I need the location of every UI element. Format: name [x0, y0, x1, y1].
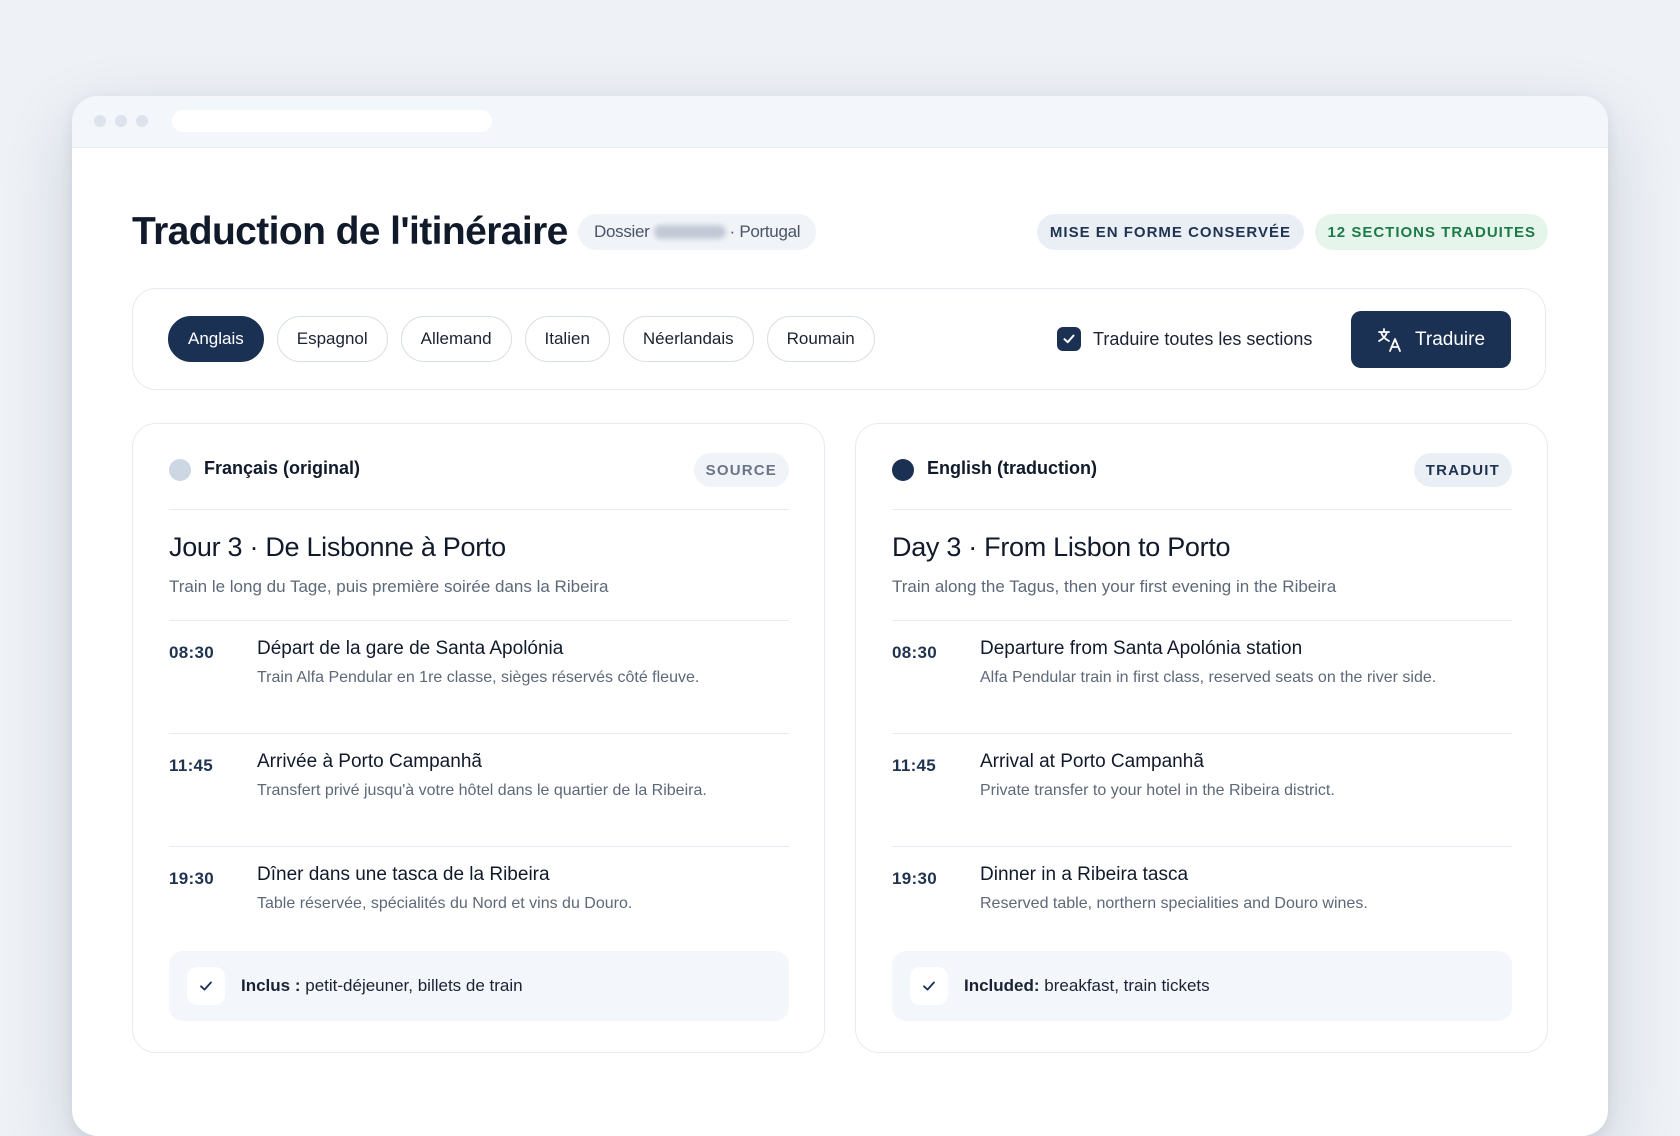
check-icon — [923, 981, 935, 991]
event-title: Departure from Santa Apolónia station — [980, 638, 1303, 659]
translate-button[interactable]: Traduire — [1351, 311, 1511, 368]
included-items: petit-déjeuner, billets de train — [305, 976, 523, 995]
source-event-row: 08:30 Départ de la gare de Santa Apolóni… — [169, 621, 789, 734]
target-language-dot — [892, 459, 914, 481]
language-tab-allemand[interactable]: Allemand — [400, 316, 512, 362]
translate-all-label: Traduire toutes les sections — [1093, 328, 1313, 349]
target-event-row: 08:30 Departure from Santa Apolónia stat… — [892, 621, 1512, 734]
event-description: Train Alfa Pendular en 1re classe, siège… — [257, 669, 700, 686]
included-text: Inclus : petit-déjeuner, billets de trai… — [241, 976, 523, 996]
source-panel: Français (original) SOURCE Jour 3 · De L… — [132, 423, 825, 1053]
included-items: breakfast, train tickets — [1044, 976, 1210, 995]
target-event-row: 11:45 Arrival at Porto Campanhã Private … — [892, 734, 1512, 847]
event-title: Dinner in a Ribeira tasca — [980, 864, 1189, 885]
language-tabs: Anglais Espagnol Allemand Italien Néerla… — [168, 316, 875, 362]
target-language-label: English (traduction) — [927, 458, 1097, 478]
event-time: 19:30 — [169, 869, 214, 888]
event-time: 11:45 — [169, 756, 214, 775]
event-title: Arrival at Porto Campanhã — [980, 751, 1204, 772]
dossier-destination: · Portugal — [729, 222, 801, 241]
event-description: Private transfer to your hotel in the Ri… — [980, 782, 1335, 799]
translate-all-toggle[interactable]: Traduire toutes les sections — [1057, 327, 1312, 351]
sections-translated-badge: 12 SECTIONS TRADUITES — [1315, 214, 1548, 250]
event-description: Reserved table, northern specialities an… — [980, 895, 1368, 912]
language-tab-roumain[interactable]: Roumain — [766, 316, 875, 362]
address-bar[interactable] — [172, 110, 492, 132]
source-day-subtitle: Train le long du Tage, puis première soi… — [169, 577, 609, 596]
translate-icon — [1378, 327, 1401, 352]
event-title: Départ de la gare de Santa Apolónia — [257, 638, 564, 659]
translate-all-checkbox[interactable] — [1057, 327, 1081, 351]
window-titlebar — [72, 96, 1608, 148]
event-time: 11:45 — [892, 756, 937, 775]
window-dot-close[interactable] — [94, 115, 106, 127]
language-tab-italien[interactable]: Italien — [524, 316, 610, 362]
event-time: 19:30 — [892, 869, 937, 888]
event-description: Alfa Pendular train in first class, rese… — [980, 669, 1437, 686]
included-text: Included: breakfast, train tickets — [964, 976, 1210, 996]
event-title: Arrivée à Porto Campanhã — [257, 751, 482, 772]
event-time: 08:30 — [892, 643, 937, 662]
included-label: Inclus : — [241, 976, 301, 995]
target-panel: English (traduction) TRADUIT Day 3 · Fro… — [855, 423, 1548, 1053]
translated-badge: TRADUIT — [1413, 453, 1512, 487]
dossier-id-redacted — [653, 225, 726, 239]
dossier-pill: Dossier · Portugal — [578, 214, 817, 250]
source-event-row: 19:30 Dîner dans une tasca de la Ribeira… — [169, 847, 789, 959]
source-included-box: Inclus : petit-déjeuner, billets de trai… — [169, 951, 789, 1021]
event-description: Table réservée, spécialités du Nord et v… — [257, 895, 633, 912]
target-day-title: Day 3 · From Lisbon to Porto — [892, 532, 1231, 562]
source-language-label: Français (original) — [204, 458, 361, 478]
target-day-block: Day 3 · From Lisbon to Porto Train along… — [892, 510, 1512, 621]
language-tab-anglais[interactable]: Anglais — [168, 316, 264, 362]
event-title: Dîner dans une tasca de la Ribeira — [257, 864, 550, 885]
check-icon — [1063, 334, 1075, 344]
window-dot-maximize[interactable] — [136, 115, 148, 127]
target-panel-header: English (traduction) TRADUIT — [892, 424, 1512, 510]
event-description: Transfert privé jusqu'à votre hôtel dans… — [257, 782, 707, 799]
included-label: Included: — [964, 976, 1040, 995]
check-icon — [200, 981, 212, 991]
included-check-badge — [187, 967, 225, 1005]
source-language-dot — [169, 459, 191, 481]
source-day-block: Jour 3 · De Lisbonne à Porto Train le lo… — [169, 510, 789, 621]
translate-button-label: Traduire — [1414, 328, 1486, 350]
format-preserved-badge: MISE EN FORME CONSERVÉE — [1036, 214, 1304, 250]
target-included-box: Included: breakfast, train tickets — [892, 951, 1512, 1021]
translation-toolbar: Anglais Espagnol Allemand Italien Néerla… — [132, 288, 1546, 390]
source-day-title: Jour 3 · De Lisbonne à Porto — [169, 532, 506, 562]
window-dot-minimize[interactable] — [115, 115, 127, 127]
dossier-label: Dossier — [594, 222, 650, 241]
target-day-subtitle: Train along the Tagus, then your first e… — [892, 577, 1337, 596]
page-header: Traduction de l'itinéraire Dossier · Por… — [132, 204, 1548, 260]
language-tab-espagnol[interactable]: Espagnol — [276, 316, 388, 362]
source-panel-header: Français (original) SOURCE — [169, 424, 789, 510]
source-badge: SOURCE — [693, 453, 789, 487]
event-time: 08:30 — [169, 643, 214, 662]
page-title: Traduction de l'itinéraire — [132, 210, 568, 253]
language-tab-neerlandais[interactable]: Néerlandais — [622, 316, 754, 362]
app-window: Traduction de l'itinéraire Dossier · Por… — [72, 96, 1608, 1136]
source-event-row: 11:45 Arrivée à Porto Campanhã Transfert… — [169, 734, 789, 847]
included-check-badge — [910, 967, 948, 1005]
target-event-row: 19:30 Dinner in a Ribeira tasca Reserved… — [892, 847, 1512, 959]
